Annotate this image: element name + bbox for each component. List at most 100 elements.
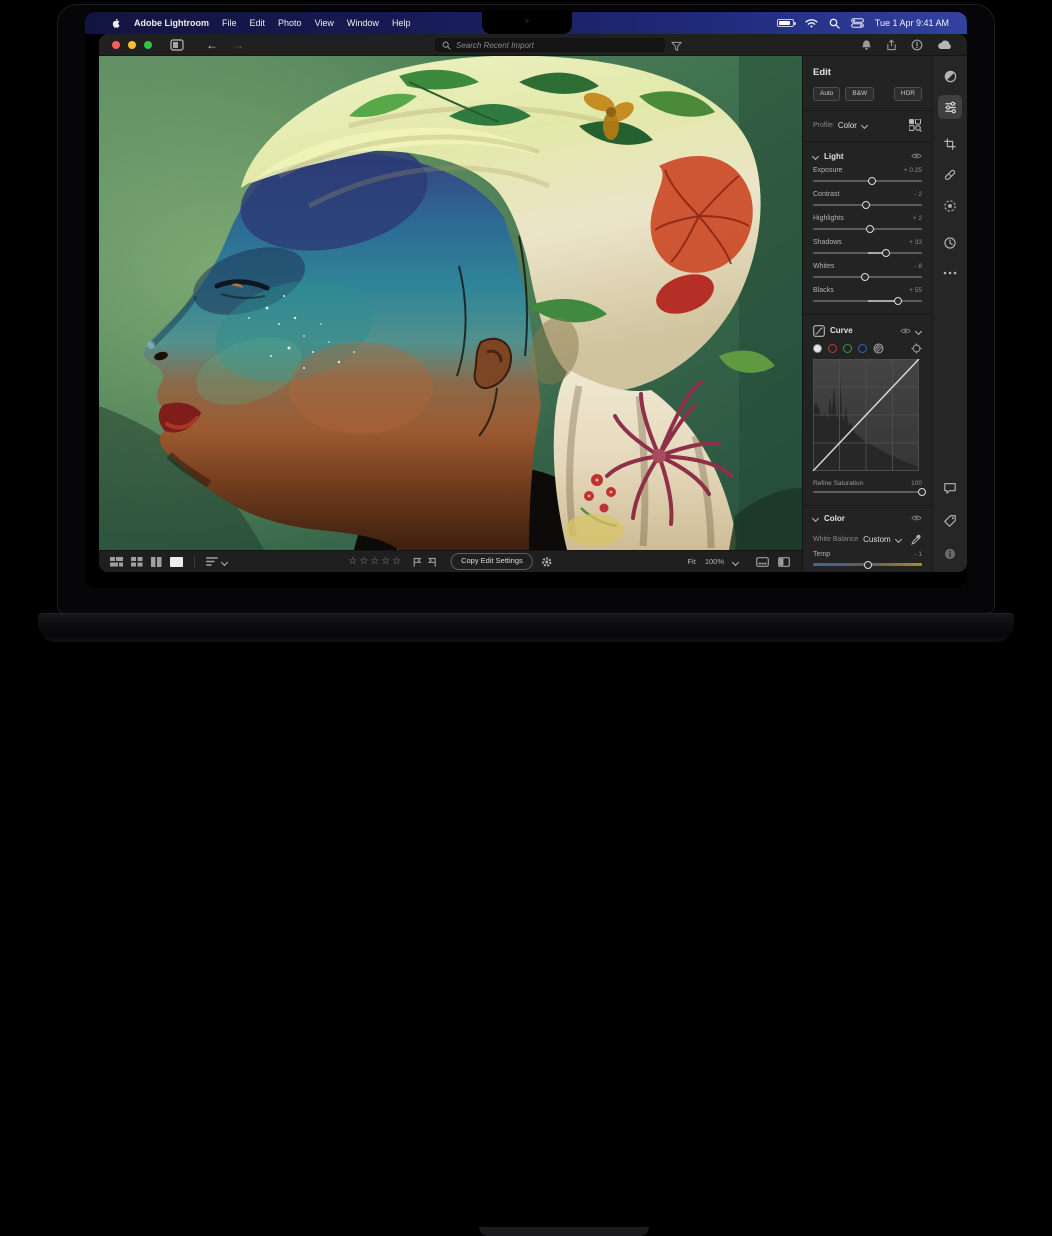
pick-flag-button[interactable] [413, 557, 422, 567]
keywords-tag-icon[interactable] [938, 509, 962, 533]
tone-curve-graph[interactable] [811, 359, 921, 471]
star-3: ☆ [370, 557, 379, 567]
lightroom-window: ← → Search Recent Import [99, 34, 967, 572]
whites-slider: Whites- 8 [813, 263, 922, 281]
slider-knob[interactable] [866, 225, 874, 233]
close-button[interactable] [112, 41, 120, 49]
copy-edit-settings-button[interactable]: Copy Edit Settings [451, 553, 533, 570]
zoom-button[interactable] [144, 41, 152, 49]
divider [803, 141, 932, 142]
notifications-bell-icon[interactable] [861, 39, 872, 51]
edit-sliders-icon[interactable] [938, 95, 962, 119]
slider-track[interactable] [813, 176, 922, 185]
fit-label[interactable]: Fit [687, 557, 695, 566]
comments-icon[interactable] [938, 476, 962, 500]
slider-track[interactable] [813, 200, 922, 209]
back-arrow-button[interactable]: ← [206, 38, 218, 52]
collapse-chevron-icon[interactable] [813, 515, 819, 521]
refine-saturation-slider[interactable] [813, 487, 922, 496]
slider-track[interactable] [813, 272, 922, 281]
star-rating[interactable]: ☆☆☆☆☆ [348, 557, 401, 567]
menu-item-photo[interactable]: Photo [278, 18, 302, 28]
grid-view-button[interactable] [131, 557, 143, 567]
channel-red-button[interactable] [828, 344, 837, 353]
slider-value: + 0.25 [904, 167, 922, 174]
menu-item-view[interactable]: View [315, 18, 334, 28]
slider-track[interactable] [813, 296, 922, 305]
zoom-level[interactable]: 100% [705, 557, 724, 566]
grid-view-toggle-icon[interactable] [170, 39, 184, 51]
color-section-title[interactable]: Color [824, 514, 845, 523]
eyedropper-icon[interactable] [911, 534, 922, 545]
eye-visibility-icon[interactable] [911, 514, 922, 522]
slider-knob[interactable] [918, 488, 926, 496]
info-icon[interactable] [938, 542, 962, 566]
slider-track[interactable] [813, 560, 922, 569]
share-icon[interactable] [886, 39, 897, 51]
control-center-icon[interactable] [851, 18, 864, 28]
before-after-icon[interactable] [778, 557, 790, 567]
menu-item-file[interactable]: File [222, 18, 237, 28]
auto-button[interactable]: Auto [813, 87, 840, 101]
menu-item-help[interactable]: Help [392, 18, 411, 28]
profile-browser-icon[interactable] [909, 119, 922, 132]
light-section-title[interactable]: Light [824, 152, 844, 161]
versions-clock-icon[interactable] [938, 231, 962, 255]
eye-visibility-icon[interactable] [900, 327, 911, 335]
crop-icon[interactable] [938, 132, 962, 156]
channel-all-button[interactable] [813, 344, 822, 353]
slider-label: Shadows [813, 239, 842, 246]
channel-blue-button[interactable] [858, 344, 867, 353]
sync-status-icon[interactable] [911, 39, 923, 51]
apple-logo-icon[interactable] [110, 18, 121, 29]
chevron-down-icon[interactable] [896, 536, 902, 542]
menu-bar-clock[interactable]: Tue 1 Apr 9:41 AM [875, 18, 949, 28]
zoom-chevron-icon[interactable] [733, 559, 739, 565]
compare-view-button[interactable] [151, 557, 162, 567]
presets-icon[interactable] [938, 64, 962, 88]
channel-mixer-button[interactable] [873, 343, 884, 354]
filmstrip-toggle-icon[interactable] [756, 557, 769, 567]
photo-canvas[interactable] [99, 56, 802, 550]
menu-item-edit[interactable]: Edit [250, 18, 266, 28]
mosaic-view-button[interactable] [110, 557, 123, 567]
slider-knob[interactable] [894, 297, 902, 305]
spotlight-search-icon[interactable] [829, 18, 840, 29]
hdr-button[interactable]: HDR [894, 87, 922, 101]
menu-app-name[interactable]: Adobe Lightroom [134, 18, 209, 28]
reject-flag-button[interactable] [428, 557, 437, 567]
masking-icon[interactable] [938, 194, 962, 218]
laptop-lid-notch [479, 1227, 649, 1236]
collapse-chevron-icon[interactable] [813, 153, 819, 159]
forward-arrow-button[interactable]: → [232, 38, 244, 52]
sort-order-button[interactable] [206, 557, 228, 566]
channel-green-button[interactable] [843, 344, 852, 353]
slider-knob[interactable] [868, 177, 876, 185]
more-options-icon[interactable] [938, 261, 962, 285]
profile-value[interactable]: Color [838, 121, 857, 130]
star-4: ☆ [381, 557, 390, 567]
chevron-down-icon[interactable] [862, 122, 868, 128]
slider-knob[interactable] [864, 561, 872, 569]
settings-gear-icon[interactable] [541, 556, 553, 568]
eye-visibility-icon[interactable] [911, 152, 922, 160]
filter-icon[interactable] [671, 39, 682, 57]
slider-track[interactable] [813, 248, 922, 257]
battery-icon[interactable] [777, 19, 794, 27]
healing-icon[interactable] [938, 163, 962, 187]
search-input[interactable]: Search Recent Import [435, 38, 665, 52]
slider-knob[interactable] [882, 249, 890, 257]
minimize-button[interactable] [128, 41, 136, 49]
cloud-icon[interactable] [937, 39, 952, 50]
white-balance-value[interactable]: Custom [863, 535, 891, 544]
bw-button[interactable]: B&W [845, 87, 874, 101]
wifi-icon[interactable] [805, 18, 818, 28]
collapse-chevron-icon[interactable] [916, 328, 922, 334]
curve-section-title[interactable]: Curve [830, 326, 853, 335]
slider-knob[interactable] [861, 273, 869, 281]
slider-track[interactable] [813, 224, 922, 233]
menu-item-window[interactable]: Window [347, 18, 379, 28]
detail-view-button[interactable] [170, 557, 183, 567]
slider-knob[interactable] [862, 201, 870, 209]
point-curve-target-icon[interactable] [911, 343, 922, 354]
